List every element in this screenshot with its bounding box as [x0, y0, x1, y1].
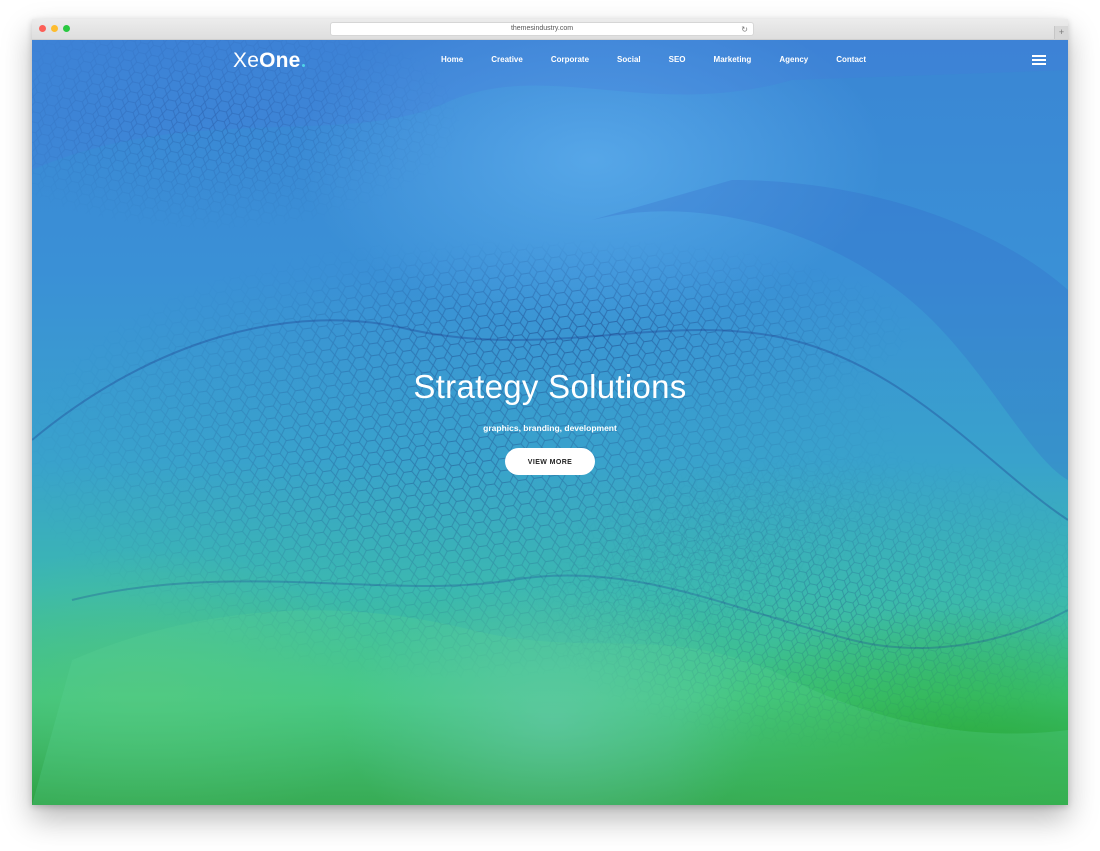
nav-item-corporate[interactable]: Corporate	[537, 54, 603, 66]
nav-item-social[interactable]: Social	[603, 54, 655, 66]
logo-text-xe: Xe	[233, 49, 260, 72]
reload-icon[interactable]: ↻	[741, 24, 748, 36]
logo-dot	[301, 64, 305, 67]
nav-item-agency[interactable]: Agency	[765, 54, 822, 66]
browser-toolbar: themesindustry.com ↻ +	[32, 19, 1068, 40]
hamburger-line	[1032, 63, 1046, 65]
minimize-window-button[interactable]	[51, 25, 58, 32]
maximize-window-button[interactable]	[63, 25, 70, 32]
address-bar[interactable]: themesindustry.com ↻	[330, 22, 754, 36]
close-window-button[interactable]	[39, 25, 46, 32]
logo-text-one: One	[259, 49, 301, 72]
nav-item-seo[interactable]: SEO	[655, 54, 700, 66]
site-logo[interactable]: XeOne	[233, 49, 305, 73]
main-nav: Home Creative Corporate Social SEO Marke…	[427, 54, 880, 66]
hamburger-line	[1032, 55, 1046, 57]
plus-icon[interactable]: +	[1054, 26, 1068, 39]
nav-item-home[interactable]: Home	[427, 54, 477, 66]
hero-section: XeOne Home Creative Corporate Social SEO…	[32, 40, 1068, 805]
nav-item-contact[interactable]: Contact	[822, 54, 880, 66]
hero-subtitle: graphics, branding, development	[483, 423, 617, 433]
browser-window: themesindustry.com ↻ + XeOne Home Creati…	[32, 19, 1068, 805]
hero-title: Strategy Solutions	[413, 368, 687, 405]
nav-item-marketing[interactable]: Marketing	[700, 54, 766, 66]
hamburger-line	[1032, 59, 1046, 61]
hamburger-icon[interactable]	[1032, 55, 1046, 65]
address-url: themesindustry.com	[510, 25, 574, 32]
nav-item-creative[interactable]: Creative	[477, 54, 537, 66]
view-more-button[interactable]: VIEW MORE	[505, 448, 595, 475]
